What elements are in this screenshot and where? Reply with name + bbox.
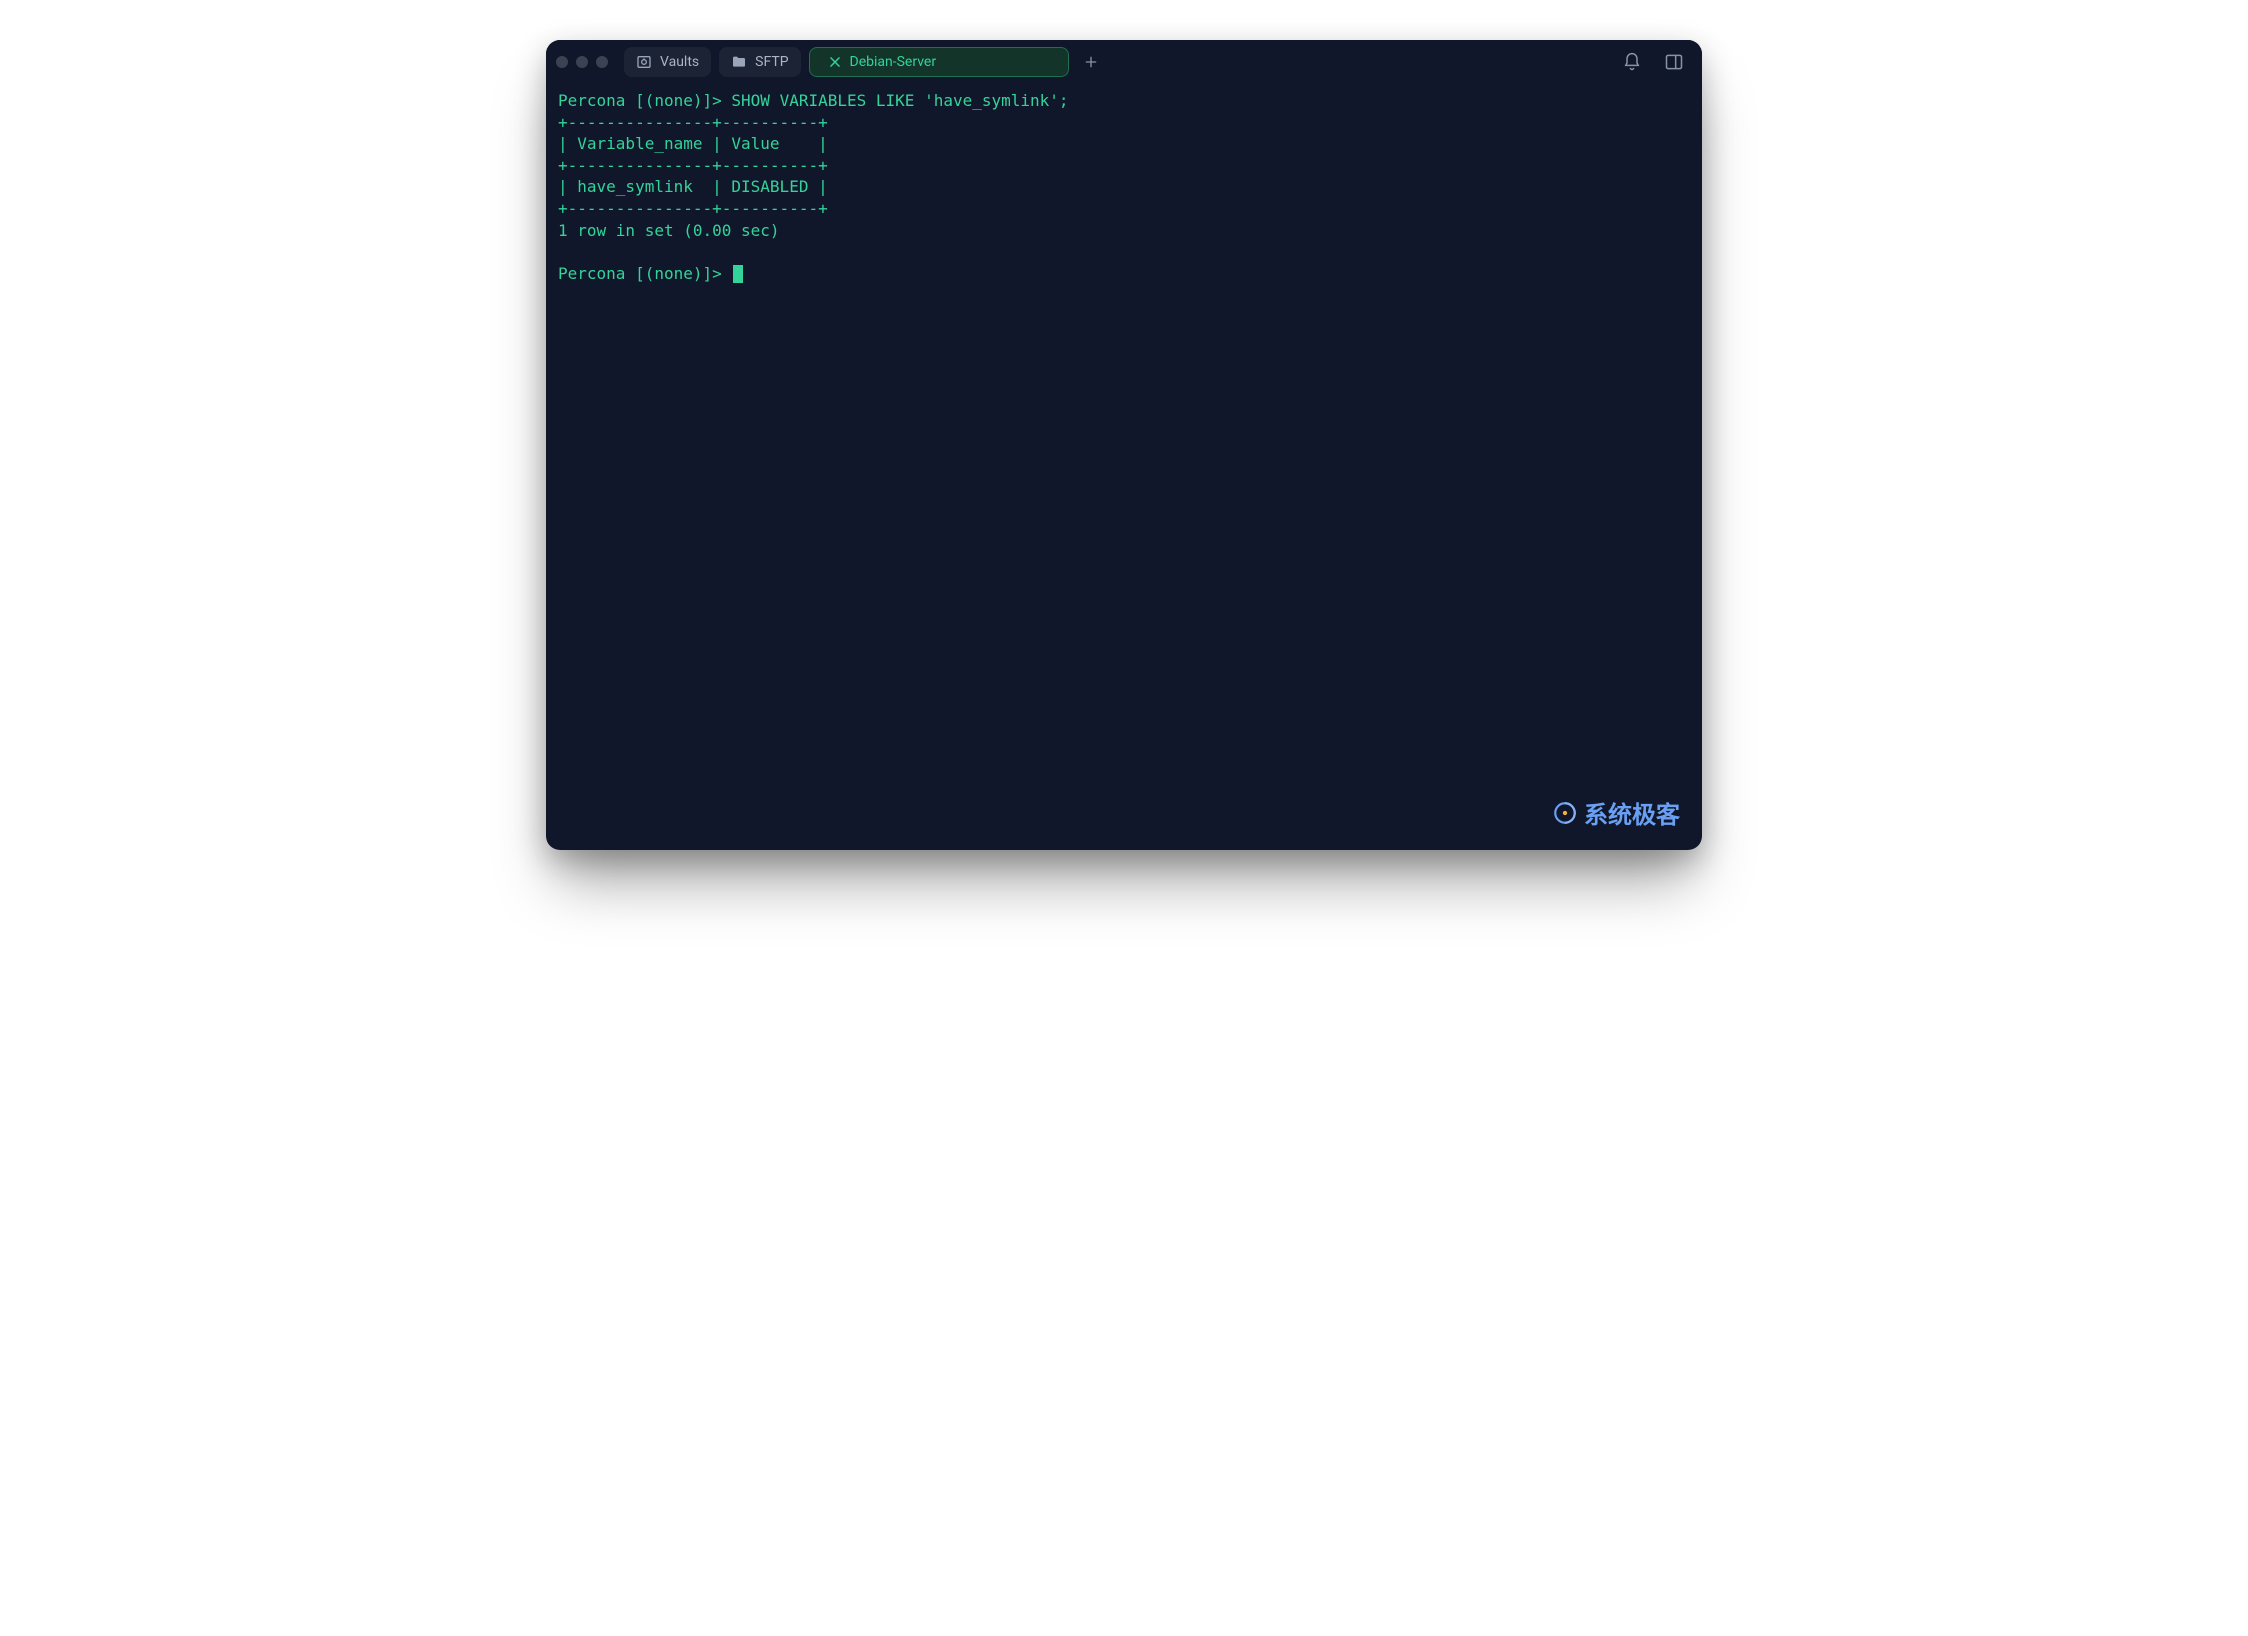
terminal-body[interactable]: Percona [(none)]> SHOW VARIABLES LIKE 'h… [546,84,1702,850]
minimize-dot[interactable] [576,56,588,68]
panel-icon[interactable] [1662,50,1686,74]
command: SHOW VARIABLES LIKE 'have_symlink'; [731,91,1068,110]
terminal-line: Percona [(none)]> [558,263,1690,285]
close-icon[interactable] [828,55,842,69]
titlebar: Vaults SFTP Debian-Server [546,40,1702,84]
terminal-line [558,241,1690,263]
folder-icon [731,54,747,70]
terminal-line: 1 row in set (0.00 sec) [558,220,1690,242]
tab-vaults[interactable]: Vaults [624,47,711,77]
prompt: Percona [(none)]> [558,264,722,283]
terminal-line: +---------------+----------+ [558,198,1690,220]
window-controls[interactable] [556,56,608,68]
tab-sftp-label: SFTP [755,54,788,70]
vault-icon [636,54,652,70]
close-dot[interactable] [556,56,568,68]
new-tab-button[interactable] [1077,48,1105,76]
titlebar-tools [1620,50,1692,74]
terminal-line: Percona [(none)]> SHOW VARIABLES LIKE 'h… [558,90,1690,112]
terminal-line: | Variable_name | Value | [558,133,1690,155]
maximize-dot[interactable] [596,56,608,68]
tab-debian-server[interactable]: Debian-Server [809,47,1069,77]
terminal-line: +---------------+----------+ [558,155,1690,177]
cursor [733,265,743,283]
terminal-line: +---------------+----------+ [558,112,1690,134]
prompt: Percona [(none)]> [558,91,722,110]
terminal-line: | have_symlink | DISABLED | [558,176,1690,198]
tab-active-label: Debian-Server [850,54,937,70]
bell-icon[interactable] [1620,50,1644,74]
tab-vaults-label: Vaults [660,54,699,70]
terminal-window: Vaults SFTP Debian-Server [546,40,1702,850]
tab-sftp[interactable]: SFTP [719,47,800,77]
